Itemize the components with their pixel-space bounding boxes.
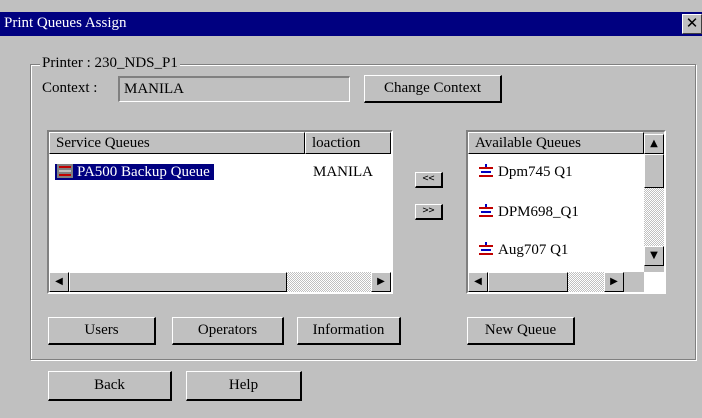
print-queue-icon: [479, 164, 493, 177]
column-header-available-queues[interactable]: Available Queues: [468, 132, 644, 154]
print-queues-assign-window: Print Queues Assign ✕ Printer : 230_NDS_…: [0, 0, 702, 418]
context-label: Context :: [42, 80, 98, 96]
list-item-label: DPM698_Q1: [498, 204, 579, 220]
list-item[interactable]: DPM698_Q1: [478, 200, 579, 224]
operators-button[interactable]: Operators: [172, 317, 284, 345]
list-item[interactable]: Aug707 Q1: [478, 238, 568, 262]
title-bar: Print Queues Assign ✕: [0, 12, 702, 36]
help-button[interactable]: Help: [186, 371, 302, 401]
row-location: MANILA: [313, 164, 373, 180]
horizontal-scrollbar[interactable]: ◀ ▶: [49, 272, 391, 292]
scroll-up-icon[interactable]: ▲: [644, 134, 664, 154]
list-item-label: Dpm745 Q1: [498, 164, 573, 180]
users-button[interactable]: Users: [48, 317, 156, 345]
print-queue-icon: [57, 164, 73, 178]
scroll-thumb[interactable]: [488, 272, 568, 292]
scroll-right-icon[interactable]: ▶: [604, 272, 624, 292]
scroll-track[interactable]: [287, 272, 371, 292]
list-item[interactable]: Dpm745 Q1: [478, 160, 573, 184]
scroll-left-icon[interactable]: ◀: [468, 272, 488, 292]
printer-label: Printer : 230_NDS_P1: [40, 55, 180, 72]
selected-row-name: PA500 Backup Queue: [55, 164, 214, 180]
context-field[interactable]: MANILA: [118, 76, 350, 102]
scroll-left-icon[interactable]: ◀: [49, 272, 69, 292]
list-item-label: Aug707 Q1: [498, 242, 569, 258]
horizontal-scrollbar[interactable]: ◀ ▶: [468, 272, 644, 292]
print-queue-icon: [479, 204, 493, 217]
close-icon[interactable]: ✕: [682, 14, 702, 34]
vertical-scrollbar[interactable]: ▲ ▼: [644, 132, 664, 272]
window-title: Print Queues Assign: [4, 15, 127, 31]
scroll-thumb[interactable]: [69, 272, 287, 292]
scroll-right-icon[interactable]: ▶: [371, 272, 391, 292]
change-context-button[interactable]: Change Context: [364, 75, 502, 103]
remove-queue-button[interactable]: >>: [415, 204, 443, 220]
add-queue-button[interactable]: <<: [415, 172, 443, 188]
service-queues-list[interactable]: Service Queues loaction PA500 Backup Que…: [47, 130, 393, 294]
column-header-location[interactable]: loaction: [305, 132, 391, 154]
available-queues-list[interactable]: Available Queues Dpm745 Q1 DPM698_Q1 Aug…: [466, 130, 666, 294]
scroll-track[interactable]: [644, 188, 664, 246]
column-header-service-queues[interactable]: Service Queues: [49, 132, 305, 154]
information-button[interactable]: Information: [297, 317, 401, 345]
new-queue-button[interactable]: New Queue: [467, 317, 575, 345]
scroll-thumb[interactable]: [644, 154, 664, 188]
scroll-track[interactable]: [568, 272, 604, 292]
back-button[interactable]: Back: [48, 371, 172, 401]
table-row[interactable]: PA500 Backup Queue: [55, 160, 214, 184]
scroll-down-icon[interactable]: ▼: [644, 246, 664, 266]
print-queue-icon: [479, 242, 493, 255]
